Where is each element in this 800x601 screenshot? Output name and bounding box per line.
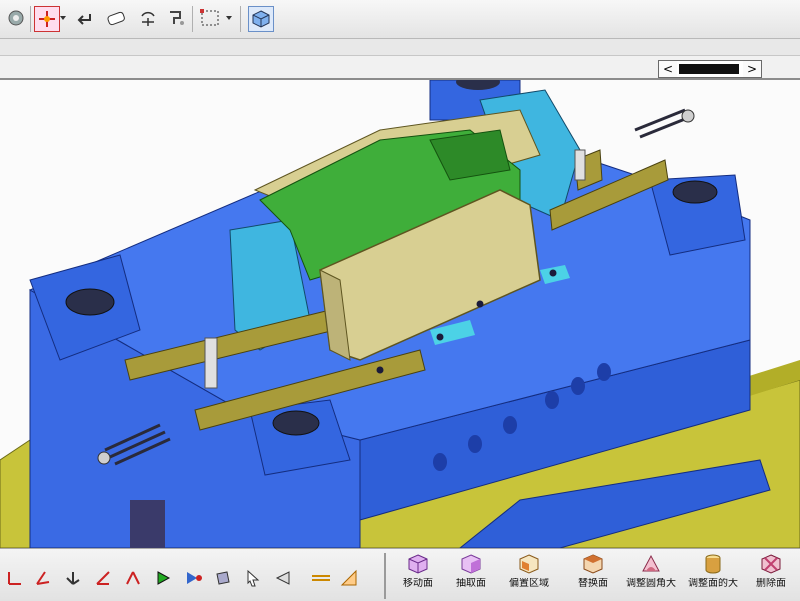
view-cube-icon[interactable] — [248, 6, 274, 32]
move-face-icon — [407, 553, 429, 575]
line-icon[interactable] — [310, 567, 332, 589]
toolbar-separator — [192, 6, 193, 32]
bottom-toolbar: 移动面 抽取面 偏置区域 替换面 调整圆角大小 调整面的大小 删除面 — [0, 548, 800, 601]
toolbar-separator — [240, 6, 241, 32]
command-label: 抽取面 — [456, 578, 486, 589]
command-label: 删除面 — [756, 578, 786, 589]
axis-3-icon[interactable] — [62, 567, 84, 589]
resize-face-icon — [702, 553, 724, 575]
axis-4-icon[interactable] — [92, 567, 114, 589]
scroll-right-icon[interactable]: > — [743, 61, 761, 77]
extract-face-button[interactable]: 抽取面 — [446, 553, 496, 599]
cursor-icon[interactable] — [242, 567, 264, 589]
extract-face-icon — [460, 553, 482, 575]
axis-5-icon[interactable] — [122, 567, 144, 589]
offset-region-icon — [518, 553, 540, 575]
scroll-thumb[interactable] — [679, 64, 739, 74]
chevron-down-icon[interactable] — [224, 6, 234, 30]
delete-face-button[interactable]: 删除面 — [746, 553, 796, 599]
play-icon[interactable] — [152, 567, 174, 589]
resize-blend-button[interactable]: 调整圆角大小 — [626, 553, 676, 599]
axis-1-icon[interactable] — [4, 567, 26, 589]
resize-face-button[interactable]: 调整面的大小 — [688, 553, 738, 599]
forward-icon[interactable] — [182, 567, 204, 589]
scroll-left-icon[interactable]: < — [659, 61, 677, 77]
dimension-icon[interactable] — [272, 567, 294, 589]
horizontal-scrollbar[interactable]: < > — [658, 60, 762, 78]
top-toolbar — [0, 0, 800, 39]
gear-icon[interactable] — [4, 6, 28, 30]
command-label: 移动面 — [403, 578, 433, 589]
command-label: 偏置区域 — [509, 578, 549, 589]
command-label: 调整圆角大小 — [626, 578, 676, 589]
axis-2-icon[interactable] — [32, 567, 54, 589]
toolbar-separator — [30, 6, 31, 32]
mirror-icon[interactable] — [212, 567, 234, 589]
resize-blend-icon — [640, 553, 662, 575]
command-label: 替换面 — [578, 578, 608, 589]
undo-icon[interactable] — [72, 6, 96, 30]
toolbar-divider — [384, 553, 386, 599]
ruler-icon[interactable] — [338, 567, 360, 589]
pick-point-icon[interactable] — [34, 6, 60, 32]
eraser-icon[interactable] — [104, 6, 128, 30]
offset-region-button[interactable]: 偏置区域 — [504, 553, 554, 599]
command-label: 调整面的大小 — [688, 578, 738, 589]
paint-icon[interactable] — [164, 6, 188, 30]
rotate-icon[interactable] — [136, 6, 160, 30]
delete-face-icon — [760, 553, 782, 575]
graphics-viewport[interactable] — [0, 80, 800, 548]
replace-face-button[interactable]: 替换面 — [568, 553, 618, 599]
chevron-down-icon[interactable] — [58, 6, 68, 30]
select-box-icon[interactable] — [198, 6, 222, 30]
mold-model — [0, 80, 800, 548]
ribbon-strip — [0, 39, 800, 56]
replace-face-icon — [582, 553, 604, 575]
move-face-button[interactable]: 移动面 — [393, 553, 443, 599]
